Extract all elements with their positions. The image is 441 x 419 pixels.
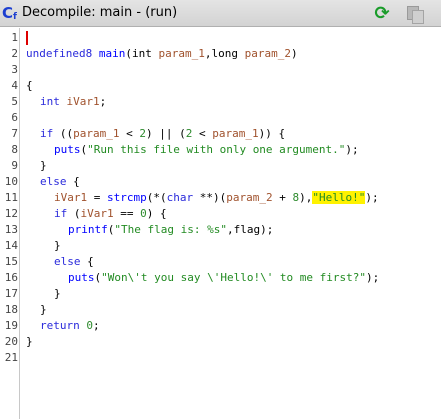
line-number: 8: [11, 143, 18, 156]
line-number: 1: [11, 31, 18, 44]
line-number: 19: [4, 319, 18, 332]
variable-token[interactable]: iVar1: [54, 191, 87, 204]
line-number: 3: [11, 63, 18, 76]
code-line[interactable]: }: [54, 238, 61, 254]
line-number: 2: [11, 47, 18, 60]
code-text: ,long: [204, 47, 245, 60]
code-line[interactable]: if (iVar1 == 0) {: [54, 206, 167, 222]
else-keyword: else: [40, 175, 67, 188]
code-text: ) {: [146, 207, 167, 220]
code-text: {: [66, 175, 80, 188]
function-call[interactable]: puts: [54, 143, 81, 156]
copy-icon[interactable]: [406, 5, 426, 24]
code-text: );: [365, 191, 379, 204]
code-text: ) || (: [145, 127, 186, 140]
code-text: (: [67, 207, 81, 220]
window-title: Decompile: main - (run): [22, 5, 178, 20]
line-number: 10: [4, 175, 18, 188]
code-text: )) {: [258, 127, 286, 140]
else-keyword: else: [54, 255, 81, 268]
code-text: ;: [99, 95, 107, 108]
line-number: 9: [11, 159, 18, 172]
if-keyword: if: [54, 207, 68, 220]
return-keyword: return: [40, 319, 80, 332]
param-token[interactable]: param_2: [245, 47, 291, 60]
line-number: 21: [4, 351, 18, 364]
return-type: undefined8: [26, 47, 93, 60]
code-text: {: [80, 255, 94, 268]
code-text: ;: [93, 319, 100, 332]
code-text: ,flag);: [226, 223, 274, 236]
code-text: ((: [53, 127, 74, 140]
number-literal: 2: [139, 127, 146, 140]
code-line[interactable]: else {: [54, 254, 94, 270]
number-literal: 0: [86, 319, 93, 332]
code-line[interactable]: if ((param_1 < 2) || (2 < param_1)) {: [40, 126, 285, 142]
code-line[interactable]: int iVar1;: [40, 94, 106, 110]
string-literal[interactable]: "Run this file with only one argument.": [87, 143, 345, 156]
string-literal[interactable]: "Won\'t you say \'Hello!\' to me first?": [101, 271, 366, 284]
line-number: 14: [4, 239, 18, 252]
line-number: 20: [4, 335, 18, 348]
code-text: (*(: [146, 191, 167, 204]
param-token[interactable]: param_1: [158, 47, 204, 60]
window-titlebar: Cf Decompile: main - (run) ⟳: [0, 0, 441, 27]
code-line[interactable]: undefined8 main(int param_1,long param_2…: [26, 46, 298, 62]
line-number: 13: [4, 223, 18, 236]
code-line[interactable]: }: [40, 302, 47, 318]
line-number: 15: [4, 255, 18, 268]
number-literal: 0: [140, 207, 147, 220]
code-line[interactable]: return 0;: [40, 318, 100, 334]
string-literal[interactable]: "The flag is: %s": [114, 223, 227, 236]
code-text: ): [290, 47, 298, 60]
variable-token[interactable]: iVar1: [81, 207, 114, 220]
type-keyword: int: [40, 95, 60, 108]
line-number: 18: [4, 303, 18, 316]
code-text: **)(: [193, 191, 227, 204]
line-number: 7: [11, 127, 18, 140]
line-number: 6: [11, 111, 18, 124]
function-name[interactable]: main: [99, 47, 126, 60]
param-token[interactable]: param_1: [212, 127, 258, 140]
code-text: ),: [299, 191, 313, 204]
param-token[interactable]: param_2: [226, 191, 272, 204]
line-number-gutter: 1 2 3 4 5 6 7 8 9 10 11 12 13 14 15 16 1…: [0, 28, 20, 419]
code-text: <: [119, 127, 140, 140]
code-text: ==: [113, 207, 141, 220]
code-text: (int: [125, 47, 159, 60]
ghidra-c-icon: Cf: [2, 4, 17, 22]
if-keyword: if: [40, 127, 54, 140]
line-number: 12: [4, 207, 18, 220]
line-number: 17: [4, 287, 18, 300]
highlighted-string-literal[interactable]: "Hello!": [312, 191, 366, 204]
code-line[interactable]: }: [54, 286, 61, 302]
code-text: =: [87, 191, 107, 204]
function-call[interactable]: strcmp: [107, 191, 147, 204]
line-number: 11: [4, 191, 18, 204]
function-call[interactable]: puts: [68, 271, 95, 284]
code-line[interactable]: puts("Run this file with only one argume…: [54, 142, 359, 158]
code-line[interactable]: }: [26, 334, 33, 350]
code-line[interactable]: {: [26, 78, 33, 94]
variable-token[interactable]: iVar1: [67, 95, 100, 108]
line-number: 16: [4, 271, 18, 284]
text-cursor: [26, 31, 28, 45]
line-number: 4: [11, 79, 18, 92]
function-call[interactable]: printf: [68, 223, 108, 236]
param-token[interactable]: param_1: [73, 127, 119, 140]
code-text: );: [345, 143, 359, 156]
code-line[interactable]: iVar1 = strcmp(*(char **)(param_2 + 8),"…: [54, 190, 379, 206]
code-line[interactable]: else {: [40, 174, 80, 190]
type-keyword: char: [166, 191, 194, 204]
code-text: +: [272, 191, 293, 204]
code-text: <: [192, 127, 213, 140]
code-text: );: [366, 271, 380, 284]
code-line[interactable]: printf("The flag is: %s",flag);: [68, 222, 273, 238]
line-number: 5: [11, 95, 18, 108]
refresh-icon[interactable]: ⟳: [372, 4, 392, 24]
code-line[interactable]: puts("Won\'t you say \'Hello!\' to me fi…: [68, 270, 379, 286]
code-line[interactable]: }: [40, 158, 47, 174]
